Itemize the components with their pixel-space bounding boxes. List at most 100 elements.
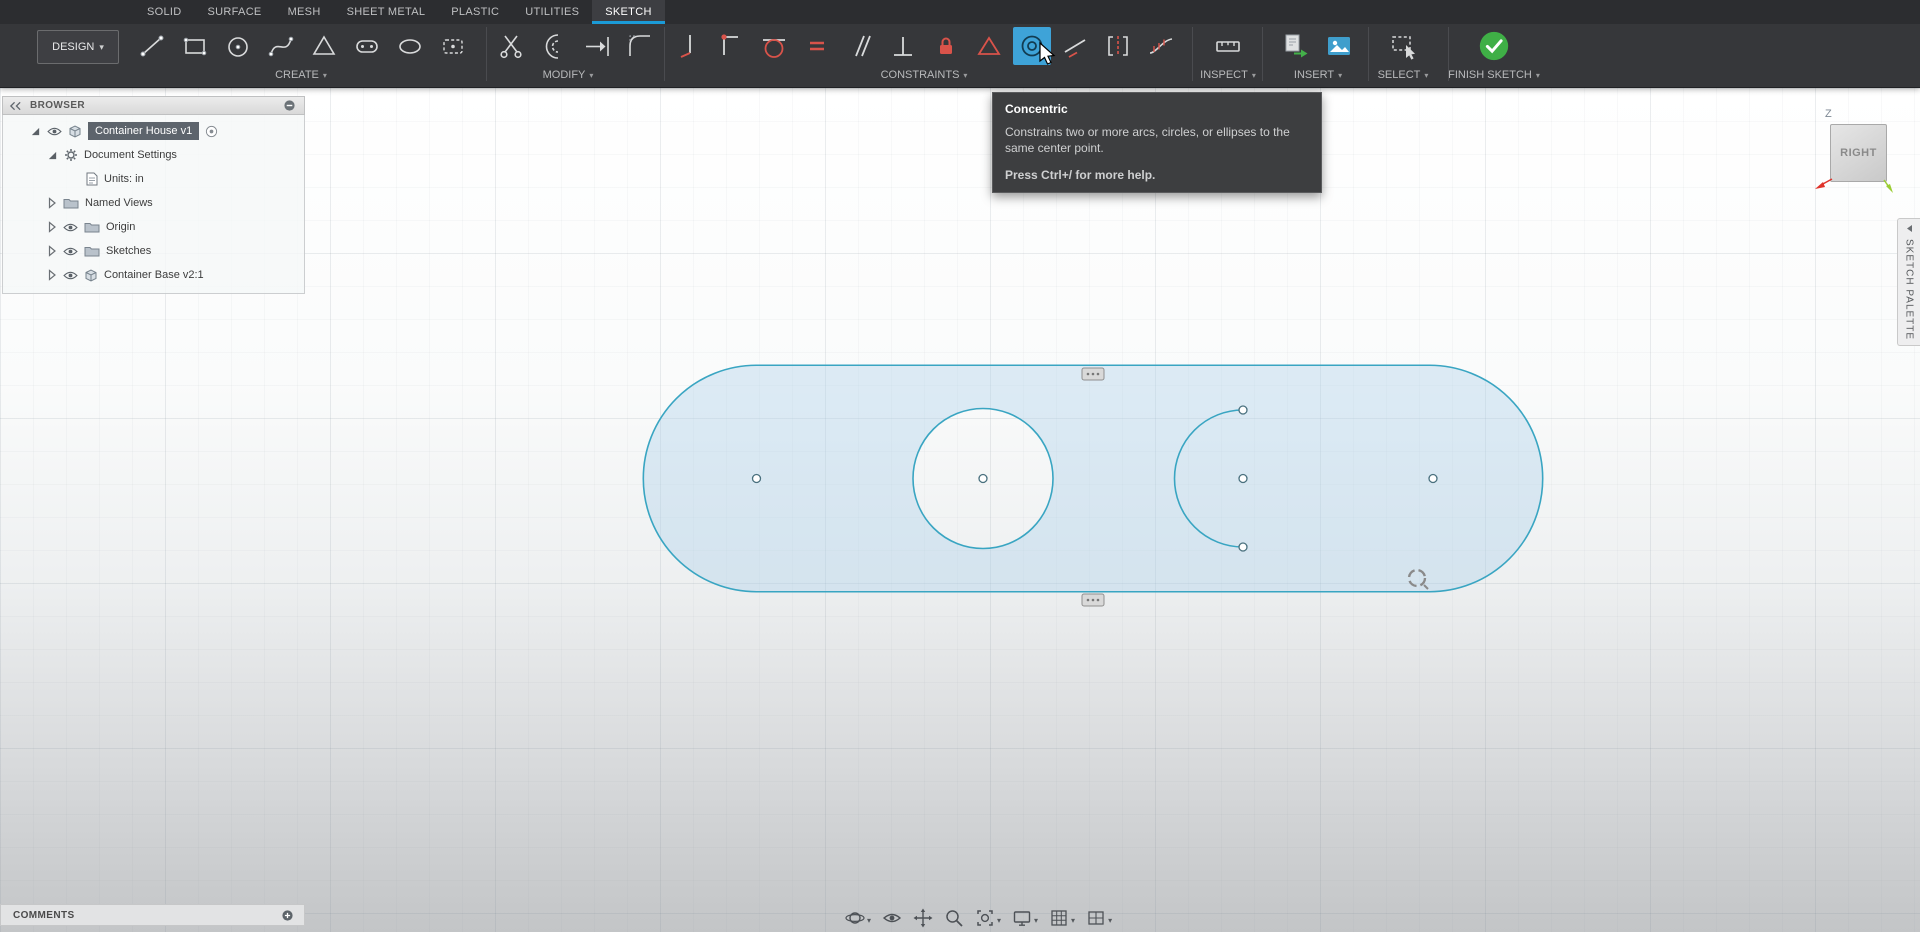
tooltip-body: Constrains two or more arcs, circles, or… (1005, 125, 1290, 155)
ellipse-tool[interactable] (391, 27, 429, 65)
select-group-label[interactable]: SELECT (1378, 69, 1429, 81)
constraint-perpendicular-tool[interactable] (884, 27, 922, 65)
viewcube[interactable]: Z RIGHT (1815, 108, 1893, 193)
grid-dropdown-caret[interactable] (1071, 911, 1075, 926)
browser-item-named-views[interactable]: Named Views (3, 191, 304, 215)
constraint-midpoint-tool[interactable] (970, 27, 1008, 65)
display-settings-icon (1013, 911, 1031, 926)
browser-item-label[interactable]: Document Settings (84, 149, 177, 161)
display-settings-button[interactable] (1010, 906, 1040, 930)
ribbon-tabs: SOLID SURFACE MESH SHEET METAL PLASTIC U… (0, 0, 1920, 24)
browser-item-units[interactable]: Units: in (3, 167, 304, 191)
circle-tool[interactable] (219, 27, 257, 65)
tab-plastic[interactable]: PLASTIC (438, 0, 512, 24)
ribbon: SOLID SURFACE MESH SHEET METAL PLASTIC U… (0, 0, 1920, 88)
spline-tool[interactable] (262, 27, 300, 65)
orbit-dropdown-caret[interactable] (867, 911, 871, 926)
zoom-button[interactable] (942, 906, 966, 930)
insert-group-label[interactable]: INSERT (1294, 69, 1342, 81)
insert-canvas-tool[interactable] (1277, 27, 1315, 65)
line-tool[interactable] (133, 27, 171, 65)
offset-tool[interactable] (535, 27, 573, 65)
activate-component-radio-icon[interactable] (205, 125, 218, 138)
rectangle-tool[interactable] (176, 27, 214, 65)
constraint-equal-tool[interactable] (798, 27, 836, 65)
dimension-glyph-bottom[interactable] (1081, 593, 1105, 607)
expander-collapsed-icon[interactable] (47, 245, 57, 257)
tab-utilities[interactable]: UTILITIES (512, 0, 592, 24)
fillet-tool[interactable] (621, 27, 659, 65)
dimension-glyph-top[interactable] (1081, 367, 1105, 381)
browser-options-icon[interactable] (283, 99, 296, 112)
constraint-curvature-tool[interactable] (1142, 27, 1180, 65)
gear-icon (65, 149, 77, 161)
expander-collapsed-icon[interactable] (47, 221, 57, 233)
design-menu-button[interactable]: DESIGN (37, 30, 119, 64)
folder-icon (84, 247, 100, 257)
pan-button[interactable] (911, 906, 935, 930)
browser-item-label[interactable]: Container House v1 (88, 122, 200, 140)
visibility-eye-icon[interactable] (63, 270, 78, 281)
slot-tool[interactable] (348, 27, 386, 65)
comments-expand-icon[interactable] (281, 909, 294, 922)
browser-item-document-settings[interactable]: Document Settings (3, 143, 304, 167)
sketch-palette-tab[interactable]: SKETCH PALETTE (1897, 218, 1920, 346)
viewports-button[interactable] (1084, 906, 1114, 930)
constraint-fix-tool[interactable] (927, 27, 965, 65)
expander-collapsed-icon[interactable] (47, 197, 57, 209)
group-separator (1192, 27, 1193, 81)
browser-item-label[interactable]: Units: in (104, 173, 144, 185)
browser-item-container-base[interactable]: Container Base v2:1 (3, 263, 304, 287)
select-tool[interactable] (1384, 27, 1422, 65)
browser-item-label[interactable]: Origin (106, 221, 135, 233)
decal-tool[interactable] (1320, 27, 1358, 65)
expander-expanded-icon[interactable] (30, 126, 41, 137)
collapse-browser-icon[interactable] (9, 101, 22, 111)
profile-fill[interactable] (643, 365, 1543, 592)
viewports-dropdown-caret[interactable] (1108, 911, 1112, 926)
constraint-tangent-tool[interactable] (755, 27, 793, 65)
grid-snaps-button[interactable] (1047, 906, 1077, 930)
tab-sketch[interactable]: SKETCH (592, 0, 665, 24)
browser-item-label[interactable]: Named Views (85, 197, 153, 209)
visibility-eye-icon[interactable] (63, 246, 78, 257)
fit-dropdown-caret[interactable] (997, 911, 1001, 926)
finish-sketch-button[interactable] (1475, 27, 1513, 65)
constraint-collinear-tool[interactable] (1056, 27, 1094, 65)
visibility-eye-icon[interactable] (47, 126, 62, 137)
tab-mesh[interactable]: MESH (275, 0, 334, 24)
fit-button[interactable] (973, 906, 1003, 930)
tab-sheet-metal[interactable]: SHEET METAL (334, 0, 439, 24)
extend-tool[interactable] (578, 27, 616, 65)
expand-panel-icon[interactable] (1905, 224, 1913, 233)
constraint-symmetry-tool[interactable] (1099, 27, 1137, 65)
modify-group-label[interactable]: MODIFY (543, 69, 594, 81)
expander-expanded-icon[interactable] (47, 150, 58, 161)
point-tool[interactable] (434, 27, 472, 65)
inspect-group-label[interactable]: INSPECT (1200, 69, 1256, 81)
orbit-button[interactable] (843, 906, 873, 930)
fit-icon (977, 910, 993, 926)
constraints-group-label[interactable]: CONSTRAINTS (881, 69, 968, 81)
measure-tool[interactable] (1209, 27, 1247, 65)
comments-bar[interactable]: COMMENTS (0, 904, 305, 926)
display-dropdown-caret[interactable] (1034, 911, 1038, 926)
browser-item-label[interactable]: Sketches (106, 245, 151, 257)
constraint-parallel-tool[interactable] (841, 27, 879, 65)
constraint-coincident-tool[interactable] (712, 27, 750, 65)
browser-item-sketches[interactable]: Sketches (3, 239, 304, 263)
expander-collapsed-icon[interactable] (47, 269, 57, 281)
visibility-eye-icon[interactable] (63, 222, 78, 233)
trim-tool[interactable] (492, 27, 530, 65)
polygon-tool[interactable] (305, 27, 343, 65)
tab-surface[interactable]: SURFACE (195, 0, 275, 24)
viewcube-face-right[interactable]: RIGHT (1830, 124, 1887, 182)
finish-sketch-label[interactable]: FINISH SKETCH (1448, 69, 1540, 81)
browser-item-container-house[interactable]: Container House v1 (3, 119, 304, 143)
create-group-label[interactable]: CREATE (275, 69, 327, 81)
look-at-button[interactable] (880, 906, 904, 930)
constraint-horizontal-vertical-tool[interactable] (669, 27, 707, 65)
browser-item-origin[interactable]: Origin (3, 215, 304, 239)
tab-solid[interactable]: SOLID (134, 0, 195, 24)
browser-item-label[interactable]: Container Base v2:1 (104, 269, 204, 281)
